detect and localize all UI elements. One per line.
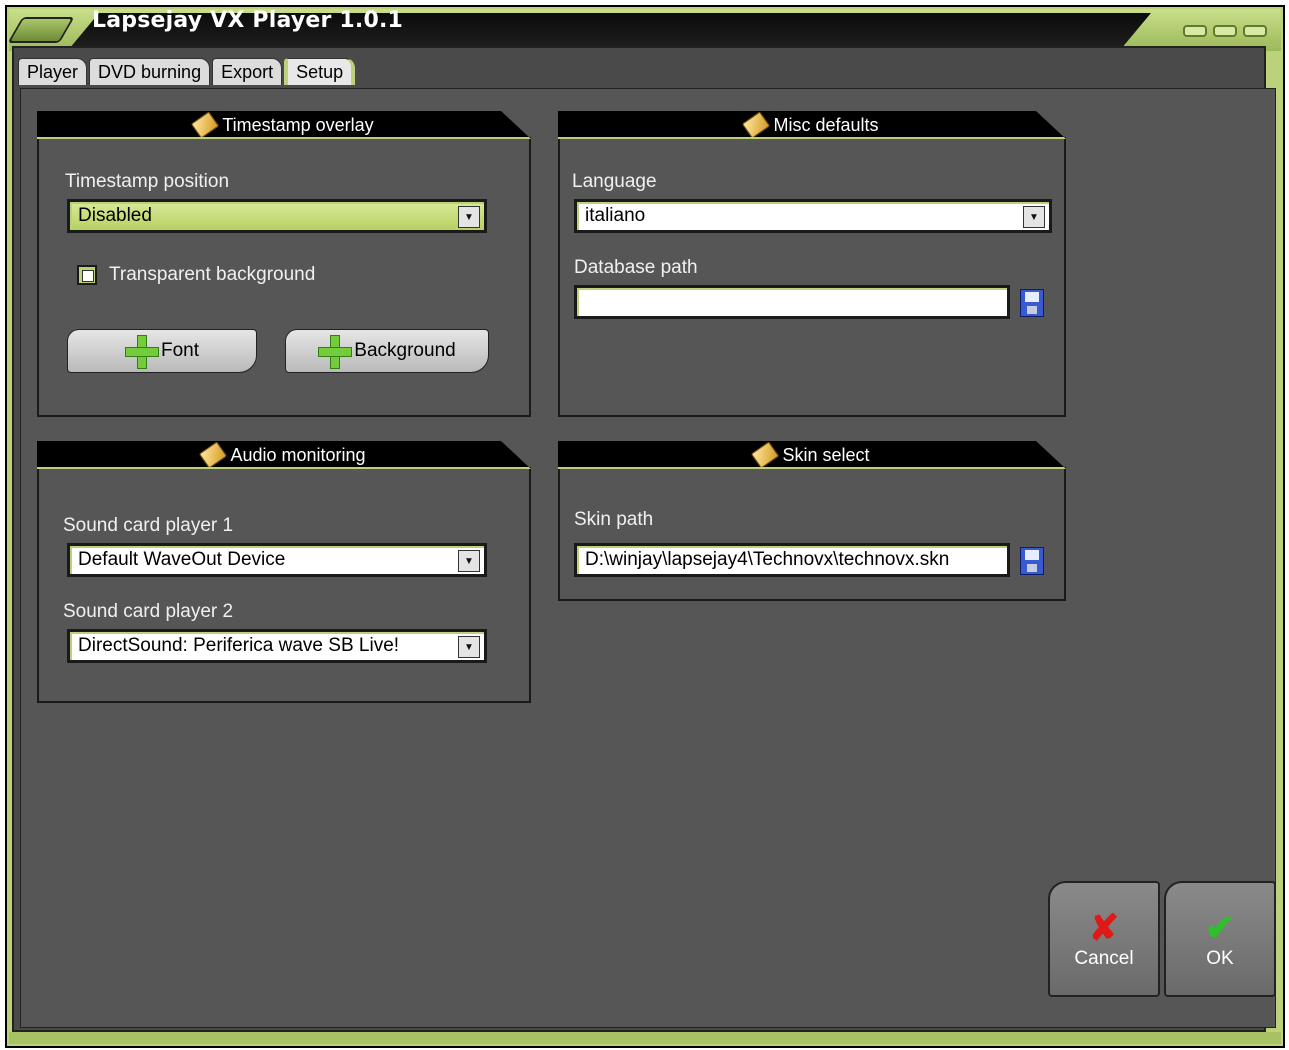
chevron-down-icon[interactable]: ▼ xyxy=(458,550,480,572)
background-button-label: Background xyxy=(354,340,456,361)
cancel-label: Cancel xyxy=(1074,948,1134,969)
ok-button[interactable]: ✔ OK xyxy=(1164,881,1276,997)
plus-icon xyxy=(318,335,353,369)
close-button[interactable] xyxy=(1243,25,1267,37)
cancel-x-icon: ✘ xyxy=(1088,907,1120,948)
group-header-icon xyxy=(751,441,779,468)
combo-value: italiano xyxy=(585,205,646,226)
misc-defaults-group: Misc defaults Language italiano ▼ Databa… xyxy=(558,137,1066,417)
group-header-icon xyxy=(742,111,770,138)
tab-export[interactable]: Export xyxy=(212,58,283,85)
check-icon: ✔ xyxy=(1204,907,1236,948)
group-header: Misc defaults xyxy=(558,111,1066,139)
group-header-icon xyxy=(191,111,219,138)
group-title: Audio monitoring xyxy=(230,444,366,465)
sound-card-player2-select[interactable]: DirectSound: Periferica wave SB Live! ▼ xyxy=(67,629,487,663)
transparent-background-label: Transparent background xyxy=(109,264,316,285)
chevron-down-icon[interactable]: ▼ xyxy=(458,636,480,658)
save-icon[interactable] xyxy=(1020,547,1044,575)
timestamp-position-select[interactable]: Disabled ▼ xyxy=(67,199,487,233)
group-header: Skin select xyxy=(558,441,1066,469)
maximize-button[interactable] xyxy=(1213,25,1237,37)
database-path-input[interactable] xyxy=(574,285,1010,319)
sound-card-player2-label: Sound card player 2 xyxy=(63,601,234,622)
group-title: Timestamp overlay xyxy=(222,114,374,135)
tab-dvd-burning[interactable]: DVD burning xyxy=(89,58,211,85)
setup-page: Timestamp overlay Timestamp position Dis… xyxy=(20,88,1276,1028)
sound-card-player1-select[interactable]: Default WaveOut Device ▼ xyxy=(67,543,487,577)
combo-value: DirectSound: Periferica wave SB Live! xyxy=(78,635,400,656)
group-header: Timestamp overlay xyxy=(37,111,531,139)
tab-bar: Player DVD burning Export Setup xyxy=(18,58,357,88)
tab-setup[interactable]: Setup xyxy=(284,58,356,85)
plus-icon xyxy=(124,335,159,369)
skin-path-label: Skin path xyxy=(574,509,654,530)
cancel-button[interactable]: ✘ Cancel xyxy=(1048,881,1160,997)
window-title: Lapsejay VX Player 1.0.1 xyxy=(92,8,404,33)
status-strip xyxy=(9,1032,1281,1044)
skin-path-input[interactable]: D:\winjay\lapsejay4\Technovx\technovx.sk… xyxy=(574,543,1010,577)
background-button[interactable]: Background xyxy=(285,329,489,373)
chevron-down-icon[interactable]: ▼ xyxy=(458,206,480,228)
font-button[interactable]: Font xyxy=(67,329,257,373)
group-title: Misc defaults xyxy=(773,114,879,135)
group-header-icon xyxy=(199,441,227,468)
timestamp-position-label: Timestamp position xyxy=(65,171,230,192)
combo-value: Default WaveOut Device xyxy=(78,549,286,570)
sound-card-player1-label: Sound card player 1 xyxy=(63,515,234,536)
tab-player[interactable]: Player xyxy=(18,58,88,85)
group-title: Skin select xyxy=(782,444,870,465)
timestamp-overlay-group: Timestamp overlay Timestamp position Dis… xyxy=(37,137,531,417)
save-icon[interactable] xyxy=(1020,289,1044,317)
group-header: Audio monitoring xyxy=(37,441,531,469)
ok-label: OK xyxy=(1206,948,1234,969)
font-button-label: Font xyxy=(160,340,200,361)
transparent-background-checkbox[interactable] xyxy=(77,265,97,285)
combo-value: Disabled xyxy=(78,205,152,226)
language-label: Language xyxy=(572,171,657,192)
language-select[interactable]: italiano ▼ xyxy=(574,199,1052,233)
database-path-label: Database path xyxy=(574,257,698,278)
app-logo-icon xyxy=(7,17,75,43)
chevron-down-icon[interactable]: ▼ xyxy=(1023,206,1045,228)
skin-select-group: Skin select Skin path D:\winjay\lapsejay… xyxy=(558,467,1066,601)
window-controls xyxy=(1183,25,1267,37)
audio-monitoring-group: Audio monitoring Sound card player 1 Def… xyxy=(37,467,531,703)
minimize-button[interactable] xyxy=(1183,25,1207,37)
